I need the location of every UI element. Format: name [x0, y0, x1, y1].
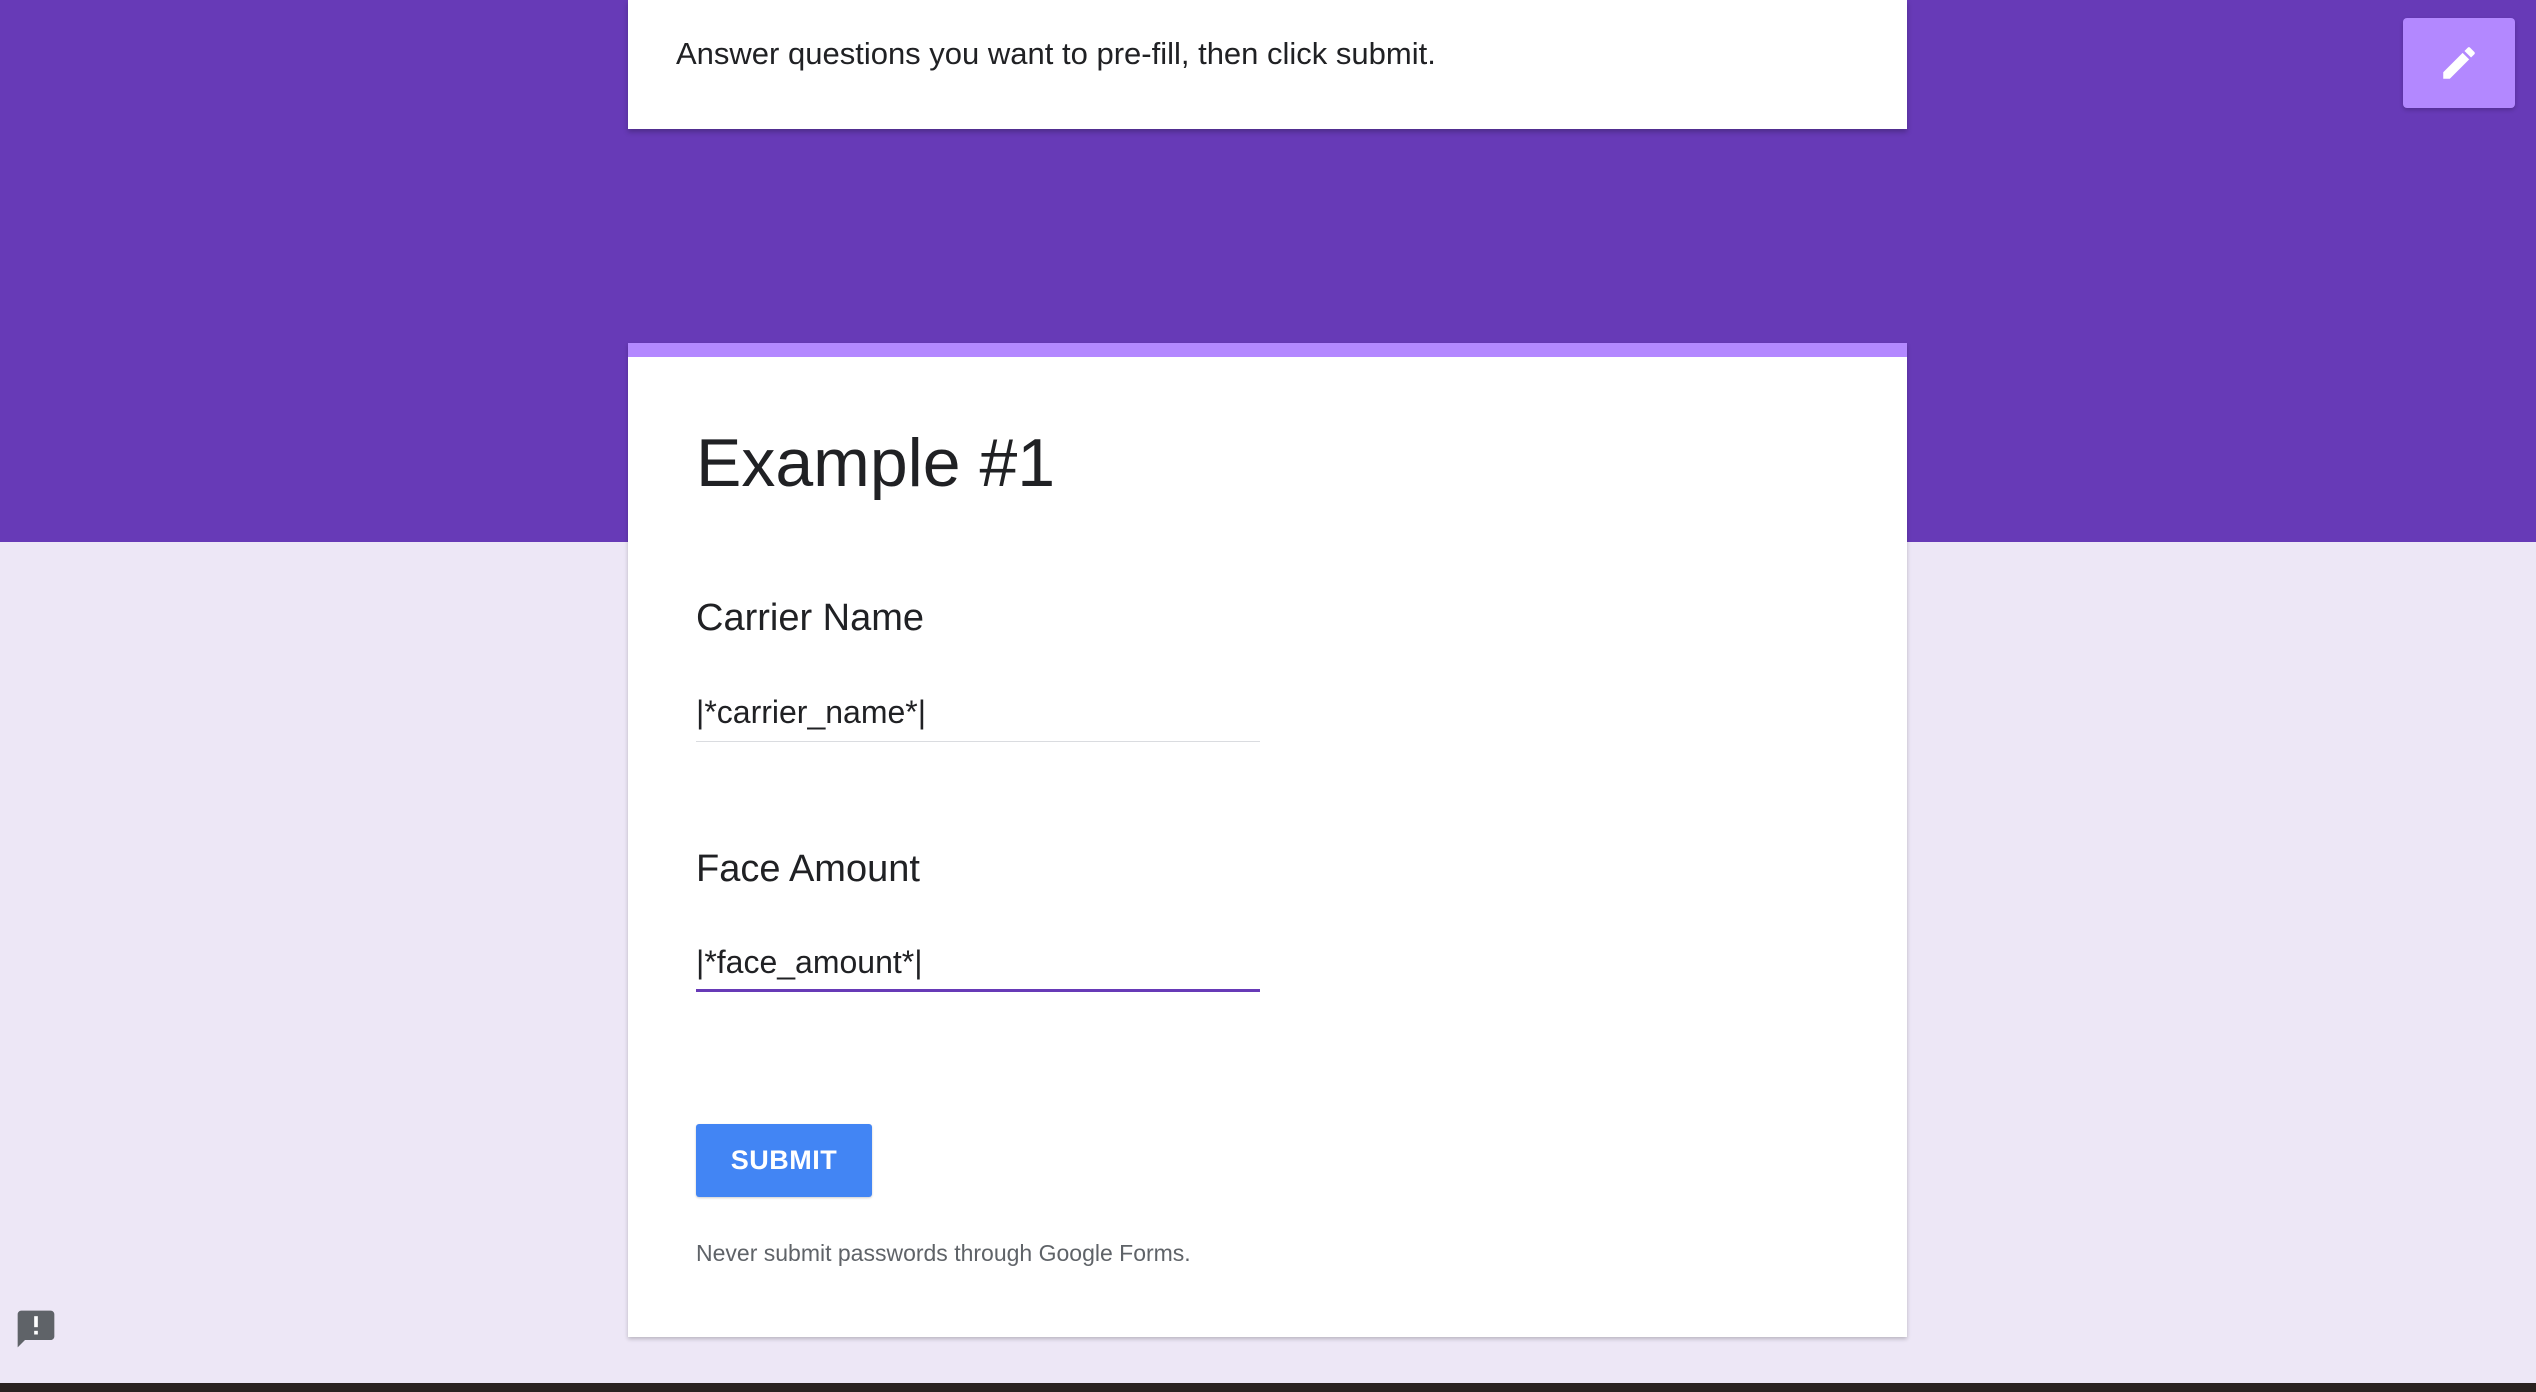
question-label-face-amount: Face Amount	[696, 848, 920, 890]
card-accent-bar	[628, 343, 1907, 357]
edit-button[interactable]	[2403, 18, 2515, 108]
face-amount-input[interactable]	[696, 939, 1260, 985]
password-disclaimer: Never submit passwords through Google Fo…	[696, 1240, 1191, 1266]
footer-strip	[0, 1383, 2536, 1392]
carrier-name-input[interactable]	[696, 689, 1260, 735]
pencil-icon	[2443, 47, 2475, 79]
question-label-carrier-name: Carrier Name	[696, 597, 925, 639]
prefill-instructions: Answer questions you want to pre-fill, t…	[676, 36, 1436, 71]
face-amount-underline-focused	[696, 989, 1260, 992]
form-card: Example #1 Carrier Name Face Amount SUBM…	[628, 343, 1907, 1337]
form-title: Example #1	[696, 425, 1056, 501]
report-problem-button[interactable]	[14, 1307, 58, 1351]
report-problem-icon	[17, 1310, 55, 1348]
carrier-name-underline	[696, 741, 1260, 742]
submit-button[interactable]: SUBMIT	[696, 1124, 872, 1197]
prefill-info-card: Answer questions you want to pre-fill, t…	[628, 0, 1907, 129]
